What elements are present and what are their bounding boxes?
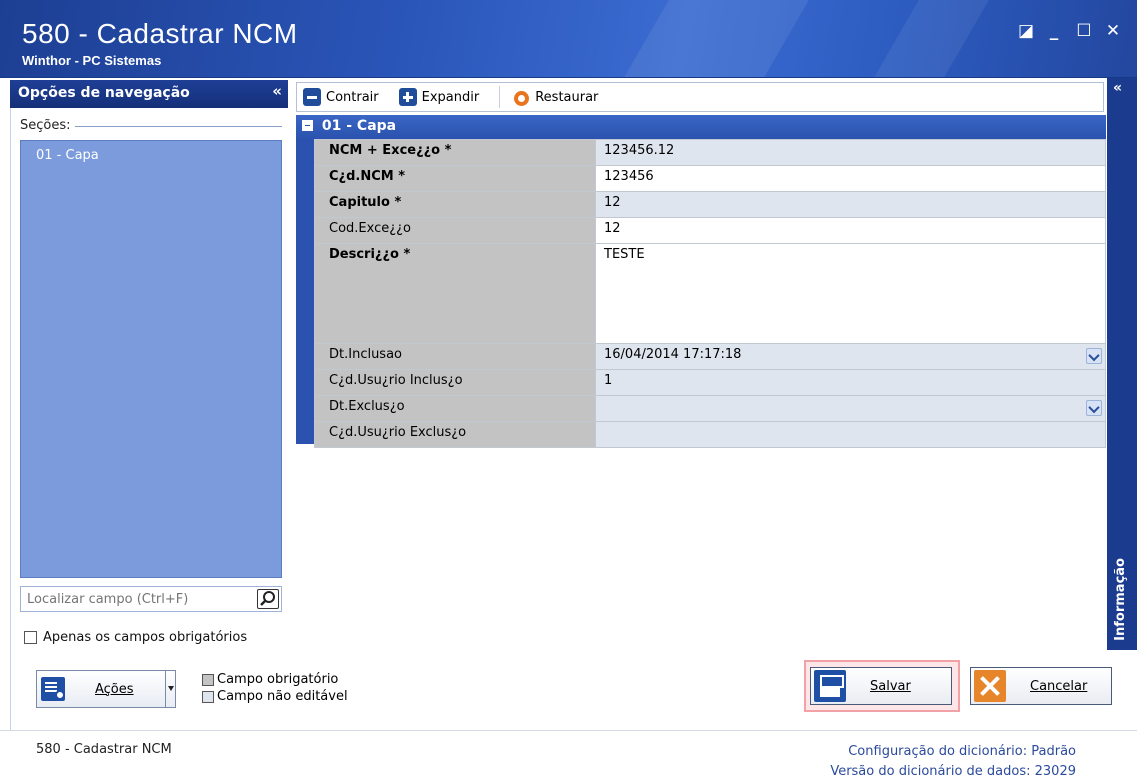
search-button[interactable] xyxy=(257,589,279,609)
window-title: 580 - Cadastrar NCM xyxy=(22,18,298,49)
info-panel-tab[interactable]: « Informação xyxy=(1107,78,1137,650)
section-header[interactable]: 01 - Capa xyxy=(296,115,1106,139)
cancel-button[interactable]: Cancelar xyxy=(970,667,1112,705)
field-value-dt-exclusao[interactable] xyxy=(595,395,1106,422)
chevron-down-icon[interactable] xyxy=(1086,400,1102,416)
legend-required-label: Campo obrigatório xyxy=(217,672,339,687)
dict-config-label: Configuração do dicionário: xyxy=(848,744,1028,759)
field-label-usuario-exclusao: C¿d.Usu¿rio Exclus¿o xyxy=(314,421,596,448)
acoes-label: Ações xyxy=(95,681,134,697)
nav-header-title: Opções de navegação xyxy=(18,85,190,101)
restore-button[interactable]: Restaurar xyxy=(512,88,598,106)
sections-group: Seções: xyxy=(20,118,282,134)
field-row: Descri¿¿o * TESTE xyxy=(314,243,1106,344)
search-input[interactable] xyxy=(21,587,251,611)
collapse-label: Contrair xyxy=(326,89,379,105)
section-gutter xyxy=(296,139,314,444)
dict-config-value[interactable]: Padrão xyxy=(1031,744,1076,759)
sections-label: Seções: xyxy=(20,118,75,133)
expand-info-icon[interactable]: « xyxy=(1113,80,1122,96)
field-row: Capitulo * 12 xyxy=(314,191,1106,218)
cancel-label: Cancelar xyxy=(1030,678,1088,694)
collapse-section-icon[interactable] xyxy=(302,120,313,131)
toolbar-separator xyxy=(499,86,501,108)
refresh-icon xyxy=(512,88,530,106)
legend-required: Campo obrigatório xyxy=(202,671,348,688)
only-required-checkbox[interactable] xyxy=(24,631,37,644)
field-label-usuario-inclusao: C¿d.Usu¿rio Inclus¿o xyxy=(314,369,596,396)
floppy-disk-icon xyxy=(814,670,846,702)
noneditable-swatch xyxy=(202,690,214,703)
field-value-ncm-excecao[interactable]: 123456.12 xyxy=(595,139,1106,166)
section-title: 01 - Capa xyxy=(321,118,397,134)
field-row: NCM + Exce¿¿o * 123456.12 xyxy=(314,139,1106,166)
dt-inclusao-text: 16/04/2014 17:17:18 xyxy=(604,347,742,362)
nav-header: Opções de navegação « xyxy=(10,80,288,108)
field-row: Dt.Inclusao 16/04/2014 17:17:18 xyxy=(314,343,1106,370)
field-value-capitulo[interactable]: 12 xyxy=(595,191,1106,218)
status-routine: 580 - Cadastrar NCM xyxy=(36,742,172,757)
field-label-dt-inclusao: Dt.Inclusao xyxy=(314,343,596,370)
minus-icon xyxy=(303,88,321,106)
field-row: Dt.Exclus¿o xyxy=(314,395,1106,422)
collapse-nav-icon[interactable]: « xyxy=(272,82,282,100)
legend-noneditable: Campo não editável xyxy=(202,688,348,705)
maximize-icon[interactable]: ☐ xyxy=(1073,20,1095,42)
close-x-icon xyxy=(974,670,1006,702)
restore-label: Restaurar xyxy=(535,89,599,105)
acoes-dropdown-arrow[interactable] xyxy=(165,671,175,707)
save-label: Salvar xyxy=(870,678,911,694)
field-label-dt-exclusao: Dt.Exclus¿o xyxy=(314,395,596,422)
collapse-button[interactable]: Contrair xyxy=(303,88,379,106)
field-row: C¿d.Usu¿rio Inclus¿o 1 xyxy=(314,369,1106,396)
dict-version-line: Versão do dicionário de dados: 23029 xyxy=(800,762,1076,782)
field-search xyxy=(20,586,282,612)
dict-version-value[interactable]: 23029 xyxy=(1035,764,1076,779)
dictionary-info: Configuração do dicionário: Padrão Versã… xyxy=(800,742,1076,782)
window-subtitle: Winthor - PC Sistemas xyxy=(22,53,162,68)
field-label-cod-excecao: Cod.Exce¿¿o xyxy=(314,217,596,244)
required-swatch xyxy=(202,673,214,686)
info-tab-label: Informação xyxy=(1113,558,1128,641)
form-grid: NCM + Exce¿¿o * 123456.12 C¿d.NCM * 1234… xyxy=(314,139,1106,448)
save-button[interactable]: Salvar xyxy=(810,667,952,705)
chevron-down-icon[interactable] xyxy=(1086,348,1102,364)
field-label-ncm-excecao: NCM + Exce¿¿o * xyxy=(314,139,596,166)
field-value-usuario-inclusao: 1 xyxy=(595,369,1106,396)
field-label-capitulo: Capitulo * xyxy=(314,191,596,218)
field-value-cod-excecao[interactable]: 12 xyxy=(595,217,1106,244)
sections-list xyxy=(20,140,282,578)
expand-button[interactable]: Expandir xyxy=(398,88,480,106)
plus-icon xyxy=(398,88,417,106)
legend-noneditable-label: Campo não editável xyxy=(217,689,348,704)
restore-icon[interactable]: ◪ xyxy=(1015,20,1037,42)
field-value-descricao[interactable]: TESTE xyxy=(595,243,1106,344)
field-row: Cod.Exce¿¿o 12 xyxy=(314,217,1106,244)
title-bar-decoration xyxy=(855,0,995,77)
dict-config-line: Configuração do dicionário: Padrão xyxy=(800,742,1076,762)
form-toolbar: Contrair Expandir Restaurar xyxy=(296,82,1104,112)
field-value-usuario-exclusao xyxy=(595,421,1106,448)
only-required-label: Apenas os campos obrigatórios xyxy=(43,630,248,645)
field-label-cod-ncm: C¿d.NCM * xyxy=(314,165,596,192)
only-required-option[interactable]: Apenas os campos obrigatórios xyxy=(24,630,247,645)
field-label-descricao: Descri¿¿o * xyxy=(314,243,596,344)
field-row: C¿d.NCM * 123456 xyxy=(314,165,1106,192)
title-bar-decoration xyxy=(605,0,815,77)
field-value-cod-ncm[interactable]: 123456 xyxy=(595,165,1106,192)
dict-version-label: Versão do dicionário de dados: xyxy=(830,764,1031,779)
search-icon xyxy=(260,591,275,606)
field-value-dt-inclusao[interactable]: 16/04/2014 17:17:18 xyxy=(595,343,1106,370)
field-legend: Campo obrigatório Campo não editável xyxy=(202,671,348,705)
acoes-button[interactable]: Ações xyxy=(36,670,176,708)
minimize-icon[interactable]: _ xyxy=(1043,20,1065,42)
section-item-capa[interactable]: 01 - Capa xyxy=(36,148,99,163)
title-bar: 580 - Cadastrar NCM Winthor - PC Sistema… xyxy=(0,0,1137,78)
close-icon[interactable]: ✕ xyxy=(1102,20,1124,42)
field-row: C¿d.Usu¿rio Exclus¿o xyxy=(314,421,1106,448)
expand-label: Expandir xyxy=(421,89,480,105)
actions-icon xyxy=(41,677,65,701)
